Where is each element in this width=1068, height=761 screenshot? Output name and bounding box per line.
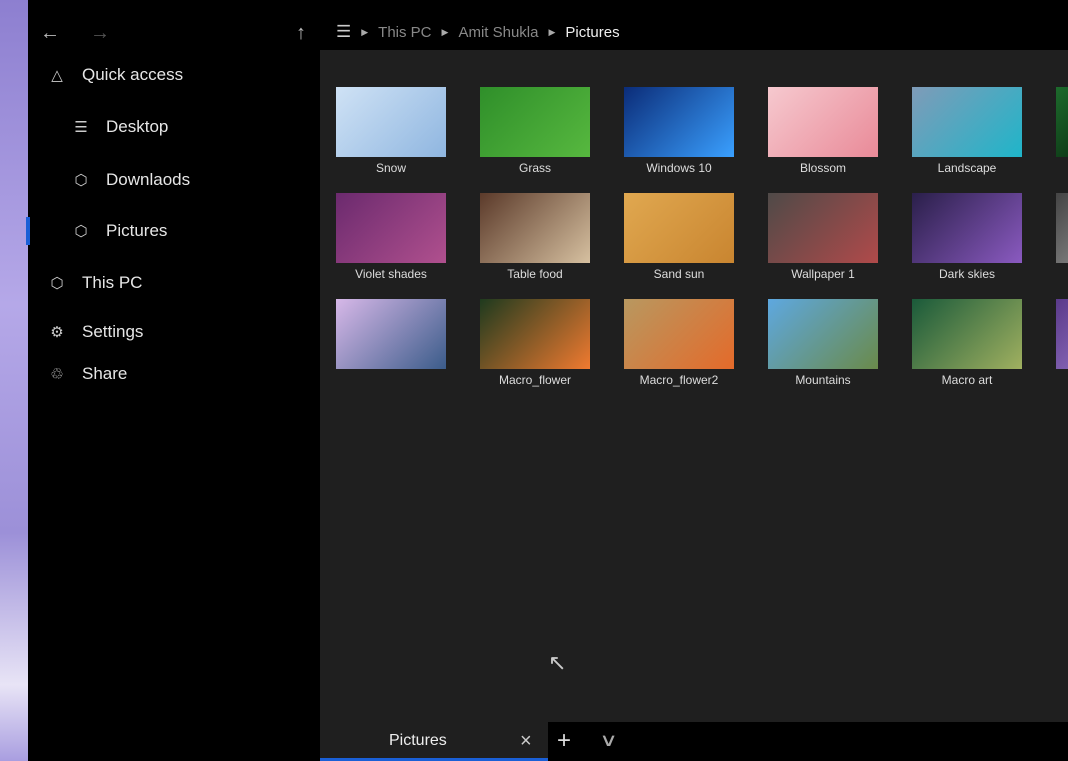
thumbnail (624, 193, 734, 263)
file-name: Snow (375, 161, 407, 175)
chevron-down-icon[interactable]: ∨ (599, 730, 617, 751)
file-item[interactable]: Macro art (912, 299, 1022, 387)
thumbnail (912, 87, 1022, 157)
thumbnail (768, 193, 878, 263)
thumbnail (336, 299, 446, 369)
file-name: Violet shades (355, 267, 427, 281)
cube-icon: ⬡ (74, 223, 88, 240)
file-name: Windows 10 (646, 161, 712, 175)
sidebar-item-pictures[interactable]: ⬡ Pictures (26, 217, 320, 245)
sidebar-item-settings[interactable]: ⚙ Settings (28, 320, 320, 344)
file-name: Landscape (937, 161, 997, 175)
plus-icon[interactable]: + (557, 727, 571, 755)
gear-icon: ⚙ (50, 324, 64, 341)
arrow-up-icon[interactable]: ↑ (296, 22, 306, 45)
thumbnail (480, 193, 590, 263)
sidebar-item-this-pc[interactable]: ⬡ This PC (28, 271, 320, 295)
thumbnail (912, 193, 1022, 263)
file-name: Dark skies (938, 267, 995, 281)
thumbnail (768, 299, 878, 369)
thumbnail (912, 299, 1022, 369)
file-item[interactable]: Grass (480, 87, 590, 175)
thumbnail (336, 87, 446, 157)
layers-icon: ☰ (74, 119, 88, 136)
file-item[interactable]: Macro_flower (480, 299, 590, 387)
cube-icon: ⬡ (74, 172, 88, 189)
sidebar-item-label: Settings (82, 322, 144, 341)
sidebar-item-label: Desktop (106, 117, 169, 136)
tab-pictures[interactable]: Pictures × (320, 722, 548, 761)
share-icon: ♲ (50, 366, 64, 383)
file-name: Mountains (795, 373, 851, 387)
chevron-right-icon: ▶ (361, 26, 369, 37)
file-name: Grass (518, 161, 551, 175)
file-name: Macro_flower2 (639, 373, 719, 387)
file-item[interactable]: Table food (480, 193, 590, 281)
file-item[interactable]: Landscape (912, 87, 1022, 175)
arrow-left-icon[interactable]: ← (40, 22, 60, 45)
thumbnail (1056, 87, 1068, 157)
thumbnail (768, 87, 878, 157)
sidebar-item-share[interactable]: ♲ Share (28, 362, 320, 386)
file-item[interactable] (1056, 299, 1068, 373)
chevron-right-icon: ▶ (548, 26, 556, 37)
file-item[interactable]: Sand sun (624, 193, 734, 281)
sidebar-item-label: Quick access (82, 65, 184, 84)
breadcrumb: ☰ ▶ This PC ▶ Amit Shukla ▶ Pictures (336, 22, 620, 42)
tab-label: Pictures (389, 732, 447, 749)
desktop-wallpaper (0, 0, 28, 761)
pin-icon: △ (51, 67, 63, 84)
tab-bar: Pictures × + ∨ (320, 722, 1068, 761)
thumbnail (624, 299, 734, 369)
file-item[interactable]: Windows 10 (624, 87, 734, 175)
thumbnail (1056, 299, 1068, 369)
file-name: Blossom (799, 161, 846, 175)
thumbnail (1056, 193, 1068, 263)
selection-indicator (26, 217, 30, 245)
file-item[interactable]: Dark skies (912, 193, 1022, 281)
breadcrumb-pictures[interactable]: Pictures (565, 24, 619, 41)
mouse-cursor: ↖ (548, 650, 567, 675)
file-grid: Snow Grass Windows 10 Blossom Landscape Viole… (320, 50, 1068, 722)
close-icon[interactable]: × (520, 730, 532, 753)
file-name: Wallpaper 1 (791, 267, 855, 281)
file-name: Table food (507, 267, 563, 281)
file-name: Sand sun (653, 267, 705, 281)
layers-icon[interactable]: ☰ (336, 22, 351, 42)
thumbnail (624, 87, 734, 157)
thumbnail (480, 87, 590, 157)
sidebar-item-desktop[interactable]: ☰ Desktop (28, 115, 320, 139)
file-item[interactable]: Mountains (768, 299, 878, 387)
file-item[interactable]: Violet shades (336, 193, 446, 281)
file-name: Macro art (941, 373, 993, 387)
cube-icon: ⬡ (50, 275, 64, 292)
breadcrumb-this-pc[interactable]: This PC (378, 24, 431, 41)
sidebar-item-label: Pictures (106, 221, 168, 240)
sidebar-item-quick-access[interactable]: △ Quick access (28, 63, 320, 87)
sidebar-item-label: This PC (82, 273, 143, 292)
arrow-right-icon[interactable]: → (90, 22, 110, 45)
sidebar-item-label: Downlaods (106, 170, 191, 189)
sidebar-item-label: Share (82, 364, 128, 383)
thumbnail (480, 299, 590, 369)
chevron-right-icon: ▶ (441, 26, 449, 37)
file-item[interactable]: Snow (336, 87, 446, 175)
file-item[interactable]: Blossom (768, 87, 878, 175)
file-item[interactable] (1056, 193, 1068, 267)
sidebar-item-downlaods[interactable]: ⬡ Downlaods (28, 168, 320, 192)
file-item[interactable]: Wallpaper 1 (768, 193, 878, 281)
file-item[interactable]: Macro_flower2 (624, 299, 734, 387)
file-item[interactable] (1056, 87, 1068, 161)
file-name: Macro_flower (498, 373, 572, 387)
breadcrumb-user[interactable]: Amit Shukla (458, 24, 538, 41)
file-item[interactable] (336, 299, 446, 373)
thumbnail (336, 193, 446, 263)
